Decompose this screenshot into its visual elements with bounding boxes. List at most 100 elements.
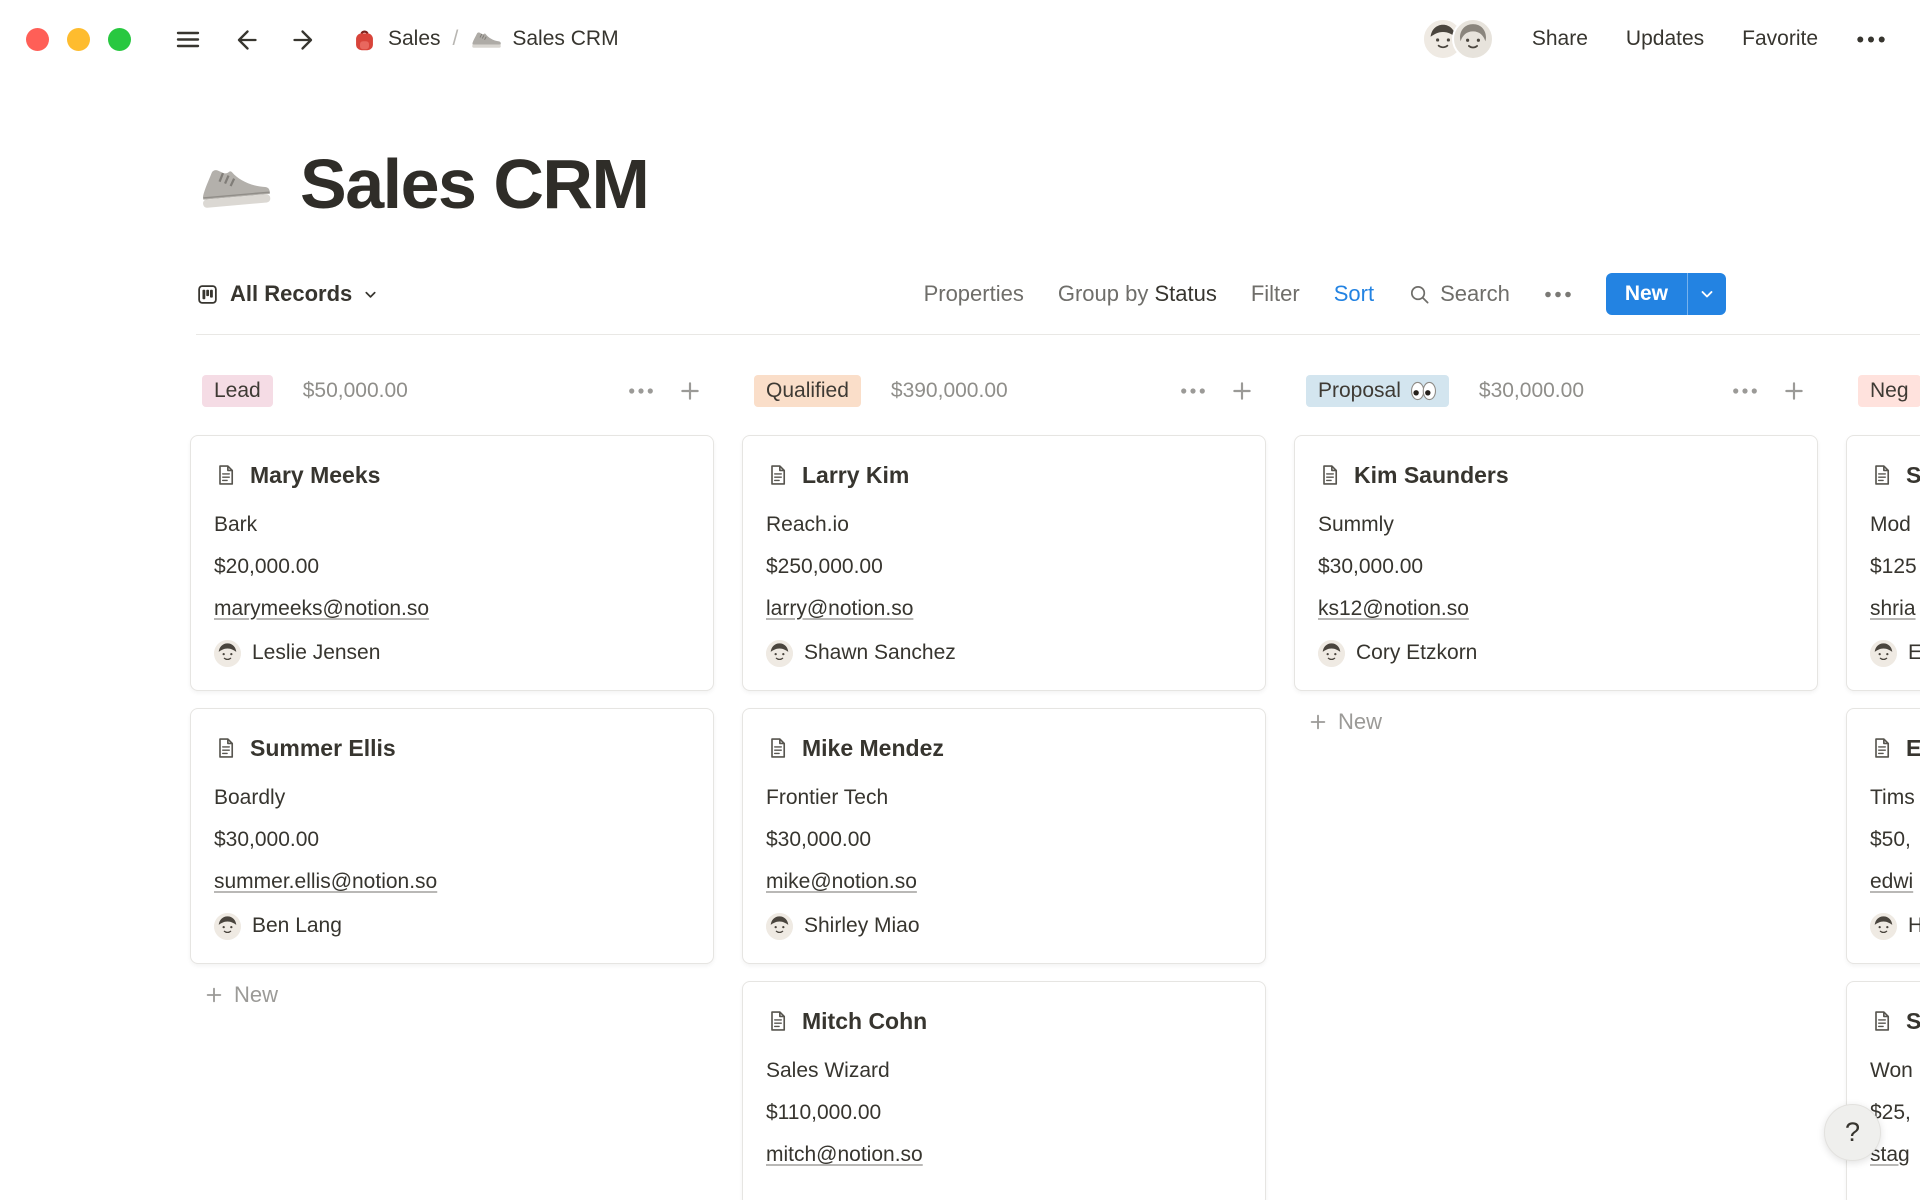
view-more-options-icon[interactable]: [1544, 290, 1572, 299]
card-owner: H: [1870, 912, 1920, 940]
record-card[interactable]: Mike Mendez Frontier Tech $30,000.00 mik…: [742, 708, 1266, 964]
column-cards: Kim Saunders Summly $30,000.00 ks12@noti…: [1294, 435, 1818, 691]
new-button-label: New: [1606, 282, 1687, 306]
record-card[interactable]: Summer Ellis Boardly $30,000.00 summer.e…: [190, 708, 714, 964]
search-icon: [1408, 283, 1431, 306]
view-switcher[interactable]: All Records: [196, 281, 378, 307]
column-add-card-icon[interactable]: [1782, 379, 1806, 403]
column-new-button[interactable]: New: [1294, 709, 1818, 735]
column-cards: Larry Kim Reach.io $250,000.00 larry@not…: [742, 435, 1266, 1200]
updates-button[interactable]: Updates: [1626, 27, 1704, 51]
column-more-options-icon[interactable]: [1180, 387, 1206, 395]
new-dropdown-chevron-icon[interactable]: [1688, 286, 1726, 302]
group-by-button[interactable]: Group by Status: [1058, 281, 1217, 307]
column-more-options-icon[interactable]: [628, 387, 654, 395]
plus-icon: [1308, 712, 1328, 732]
sidebar-menu-icon[interactable]: [173, 24, 203, 54]
board-column: Lead $50,000.00: [190, 373, 714, 1008]
filter-button[interactable]: Filter: [1251, 281, 1300, 307]
card-email[interactable]: summer.ellis@notion.so: [214, 868, 690, 896]
close-window-button[interactable]: [26, 28, 49, 51]
record-card[interactable]: E Tims $50, edwi H: [1846, 708, 1920, 964]
card-email[interactable]: larry@notion.so: [766, 595, 1242, 623]
new-button[interactable]: New: [1606, 273, 1726, 315]
zoom-window-button[interactable]: [108, 28, 131, 51]
record-card[interactable]: Mary Meeks Bark $20,000.00 marymeeks@not…: [190, 435, 714, 691]
window-controls: [26, 28, 131, 51]
avatar: [214, 640, 241, 667]
group-badge[interactable]: Neg: [1858, 375, 1920, 407]
record-card[interactable]: Kim Saunders Summly $30,000.00 ks12@noti…: [1294, 435, 1818, 691]
column-more-options-icon[interactable]: [1732, 387, 1758, 395]
column-new-button[interactable]: New: [190, 982, 714, 1008]
group-badge[interactable]: Qualified: [754, 375, 861, 407]
card-email[interactable]: marymeeks@notion.so: [214, 595, 690, 623]
view-toolbar: All Records Properties Group by Status F…: [196, 272, 1726, 316]
favorite-button[interactable]: Favorite: [1742, 27, 1818, 51]
card-amount: $110,000.00: [766, 1099, 1242, 1127]
minimize-window-button[interactable]: [67, 28, 90, 51]
card-amount: $20,000.00: [214, 553, 690, 581]
board-view-icon: [196, 283, 219, 306]
page-doc-icon: [214, 463, 238, 487]
card-owner-name: Shirley Miao: [804, 914, 920, 938]
card-company: Boardly: [214, 784, 690, 812]
topbar: Sales / Sales CRM Share Updates Favo: [0, 0, 1920, 78]
card-email[interactable]: ks12@notion.so: [1318, 595, 1794, 623]
toolbar-actions: Properties Group by Status Filter Sort S…: [924, 273, 1726, 315]
card-email[interactable]: mike@notion.so: [766, 868, 1242, 896]
topbar-actions: Share Updates Favorite: [1422, 18, 1920, 60]
page-icon-sneaker[interactable]: [194, 155, 274, 213]
forward-icon[interactable]: [289, 24, 319, 54]
card-amount: $125: [1870, 553, 1920, 581]
column-cards: S Mod $125 shria E E Tims $50, edwi: [1846, 435, 1920, 1200]
card-owner-name: Leslie Jensen: [252, 641, 380, 665]
card-email[interactable]: edwi: [1870, 868, 1920, 896]
card-company: Frontier Tech: [766, 784, 1242, 812]
column-header: Lead $50,000.00: [190, 373, 714, 409]
card-email[interactable]: shria: [1870, 595, 1920, 623]
page-doc-icon: [1318, 463, 1342, 487]
properties-button[interactable]: Properties: [924, 281, 1024, 307]
breadcrumb-item-sales-crm[interactable]: Sales CRM: [470, 27, 618, 51]
group-badge[interactable]: Lead: [202, 375, 273, 407]
record-card[interactable]: Larry Kim Reach.io $250,000.00 larry@not…: [742, 435, 1266, 691]
record-card[interactable]: S Won $25, stag: [1846, 981, 1920, 1200]
breadcrumb-item-sales[interactable]: Sales: [351, 26, 441, 53]
group-label: Proposal: [1318, 379, 1401, 403]
card-owner: Shirley Miao: [766, 912, 1242, 940]
sort-button[interactable]: Sort: [1334, 281, 1374, 307]
card-amount: $30,000.00: [1318, 553, 1794, 581]
card-owner: E: [1870, 639, 1920, 667]
card-owner-name: E: [1908, 641, 1920, 665]
card-title: Mike Mendez: [802, 734, 944, 762]
card-company: Reach.io: [766, 511, 1242, 539]
column-header: Qualified $390,000.00: [742, 373, 1266, 409]
avatar: [214, 913, 241, 940]
group-badge[interactable]: Proposal: [1306, 375, 1449, 407]
page-doc-icon: [766, 463, 790, 487]
column-add-card-icon[interactable]: [1230, 379, 1254, 403]
board-column: Qualified $390,000.00: [742, 373, 1266, 1200]
more-options-icon[interactable]: [1856, 35, 1886, 44]
search-label: Search: [1440, 281, 1510, 307]
column-header: Neg: [1846, 373, 1920, 409]
help-button[interactable]: ?: [1824, 1104, 1881, 1161]
page-header: Sales CRM: [196, 142, 1920, 226]
record-card[interactable]: Mitch Cohn Sales Wizard $110,000.00 mitc…: [742, 981, 1266, 1200]
avatar: [1870, 640, 1897, 667]
record-card[interactable]: S Mod $125 shria E: [1846, 435, 1920, 691]
search-button[interactable]: Search: [1408, 281, 1510, 307]
share-button[interactable]: Share: [1532, 27, 1588, 51]
breadcrumb-label: Sales: [388, 27, 441, 51]
column-add-card-icon[interactable]: [678, 379, 702, 403]
card-email[interactable]: mitch@notion.so: [766, 1141, 1242, 1169]
column-cards: Mary Meeks Bark $20,000.00 marymeeks@not…: [190, 435, 714, 964]
group-label: Neg: [1870, 379, 1909, 403]
card-company: Summly: [1318, 511, 1794, 539]
group-total: $30,000.00: [1479, 379, 1584, 403]
avatar[interactable]: [1452, 18, 1494, 60]
card-amount: $50,: [1870, 826, 1920, 854]
card-owner-name: Cory Etzkorn: [1356, 641, 1477, 665]
back-icon[interactable]: [231, 24, 261, 54]
